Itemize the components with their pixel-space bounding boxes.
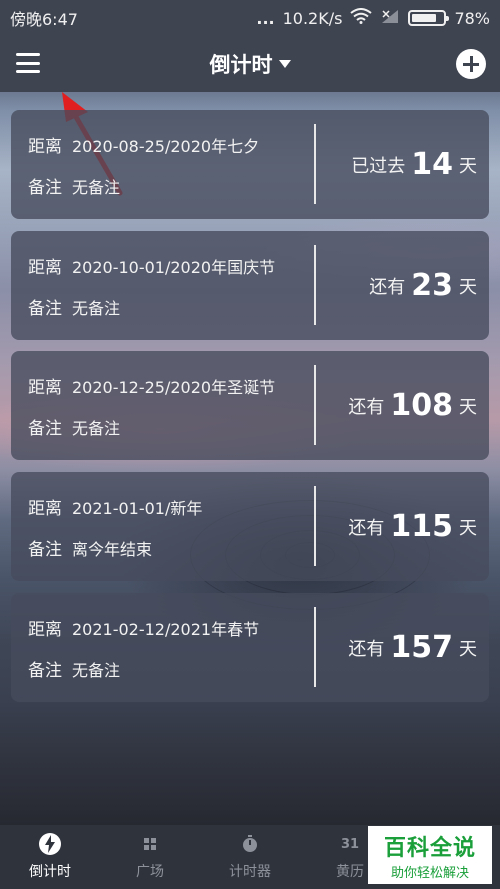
add-button[interactable]	[456, 49, 486, 79]
watermark-title: 百科全说	[383, 835, 476, 861]
card-divider	[314, 486, 316, 566]
tab-label: 黄历	[336, 864, 364, 880]
days-prefix: 已过去	[351, 155, 406, 177]
days-count: 还有 157 天	[348, 593, 477, 702]
event-name: 2021-02-12/2021年春节	[72, 620, 260, 639]
signal-icon	[380, 8, 400, 28]
note-text: 无备注	[72, 419, 121, 438]
days-number: 157	[390, 630, 453, 665]
title-dropdown[interactable]: 倒计时	[210, 49, 291, 79]
note-text: 离今年结束	[72, 540, 153, 559]
countdown-card[interactable]: 距离 2020-08-25/2020年七夕备注 无备注 已过去 14 天	[11, 110, 489, 219]
days-unit: 天	[459, 155, 477, 177]
note-label: 备注	[28, 419, 62, 439]
calendar-31-icon: 31	[340, 836, 360, 852]
days-number: 115	[390, 509, 453, 544]
note-text: 无备注	[72, 178, 121, 197]
event-row: 距离 2020-08-25/2020年七夕	[28, 132, 259, 157]
status-bar: 傍晚6:47 ... 10.2K/s 78%	[0, 0, 500, 36]
countdown-card[interactable]: 距离 2020-10-01/2020年国庆节备注 无备注 还有 23 天	[11, 231, 489, 340]
countdown-card[interactable]: 距离 2021-02-12/2021年春节备注 无备注 还有 157 天	[11, 593, 489, 702]
card-divider	[314, 365, 316, 445]
event-row: 距离 2020-12-25/2020年圣诞节	[28, 373, 275, 398]
page-title: 倒计时	[209, 53, 273, 77]
event-name: 2020-08-25/2020年七夕	[72, 137, 260, 156]
days-unit: 天	[459, 638, 477, 660]
battery-icon	[408, 10, 450, 26]
days-unit: 天	[459, 396, 477, 418]
grid-icon	[143, 833, 157, 855]
watermark-subtitle: 助你轻松解决	[390, 865, 469, 881]
days-prefix: 还有	[369, 276, 406, 298]
distance-label: 距离	[28, 620, 62, 640]
wifi-icon	[350, 8, 373, 28]
network-speed: 10.2K/s	[282, 8, 343, 28]
note-label: 备注	[28, 661, 62, 681]
card-divider	[314, 607, 316, 687]
note-label: 备注	[28, 540, 62, 560]
watermark-logo: 百科全说 助你轻松解决	[368, 826, 492, 884]
event-row: 距离 2020-10-01/2020年国庆节	[28, 253, 275, 278]
days-number: 108	[390, 388, 453, 423]
note-text: 无备注	[72, 299, 121, 318]
days-count: 还有 115 天	[348, 472, 477, 581]
event-row: 距离 2021-02-12/2021年春节	[28, 615, 259, 640]
event-name: 2020-10-01/2020年国庆节	[72, 258, 276, 277]
days-count: 还有 23 天	[369, 231, 477, 340]
menu-icon[interactable]	[16, 53, 40, 73]
battery-level	[412, 14, 436, 22]
distance-label: 距离	[28, 499, 62, 519]
days-number: 23	[411, 268, 453, 303]
days-number: 14	[411, 147, 453, 182]
card-divider	[314, 124, 316, 204]
note-label: 备注	[28, 178, 62, 198]
days-prefix: 还有	[348, 396, 385, 418]
note-row: 备注 无备注	[28, 173, 120, 198]
days-count: 已过去 14 天	[351, 110, 477, 219]
note-label: 备注	[28, 299, 62, 319]
note-row: 备注 无备注	[28, 414, 120, 439]
app-header: 倒计时	[0, 36, 500, 92]
distance-label: 距离	[28, 378, 62, 398]
note-text: 无备注	[72, 661, 121, 680]
distance-label: 距离	[28, 137, 62, 157]
tab-label: 计时器	[229, 864, 271, 880]
note-row: 备注 无备注	[28, 294, 120, 319]
tab-grid[interactable]: 广场	[100, 825, 200, 889]
battery-percent: 78%	[454, 8, 490, 28]
days-count: 还有 108 天	[348, 351, 477, 460]
event-name: 2021-01-01/新年	[72, 499, 203, 518]
days-prefix: 还有	[348, 638, 385, 660]
note-row: 备注 离今年结束	[28, 535, 152, 560]
tab-label: 倒计时	[29, 864, 71, 880]
countdown-card[interactable]: 距离 2021-01-01/新年备注 离今年结束 还有 115 天	[11, 472, 489, 581]
days-unit: 天	[459, 276, 477, 298]
stopwatch-icon	[242, 833, 258, 855]
note-row: 备注 无备注	[28, 656, 120, 681]
countdown-card[interactable]: 距离 2020-12-25/2020年圣诞节备注 无备注 还有 108 天	[11, 351, 489, 460]
card-divider	[314, 245, 316, 325]
lightning-icon	[38, 833, 62, 855]
tab-label: 广场	[136, 864, 164, 880]
event-row: 距离 2021-01-01/新年	[28, 494, 202, 519]
status-dots: ...	[256, 8, 275, 28]
days-unit: 天	[459, 517, 477, 539]
tab-stopwatch[interactable]: 计时器	[200, 825, 300, 889]
event-name: 2020-12-25/2020年圣诞节	[72, 378, 276, 397]
tab-lightning[interactable]: 倒计时	[0, 825, 100, 889]
status-time: 傍晚6:47	[10, 10, 78, 29]
days-prefix: 还有	[348, 517, 385, 539]
caret-down-icon	[278, 60, 291, 68]
distance-label: 距离	[28, 258, 62, 278]
